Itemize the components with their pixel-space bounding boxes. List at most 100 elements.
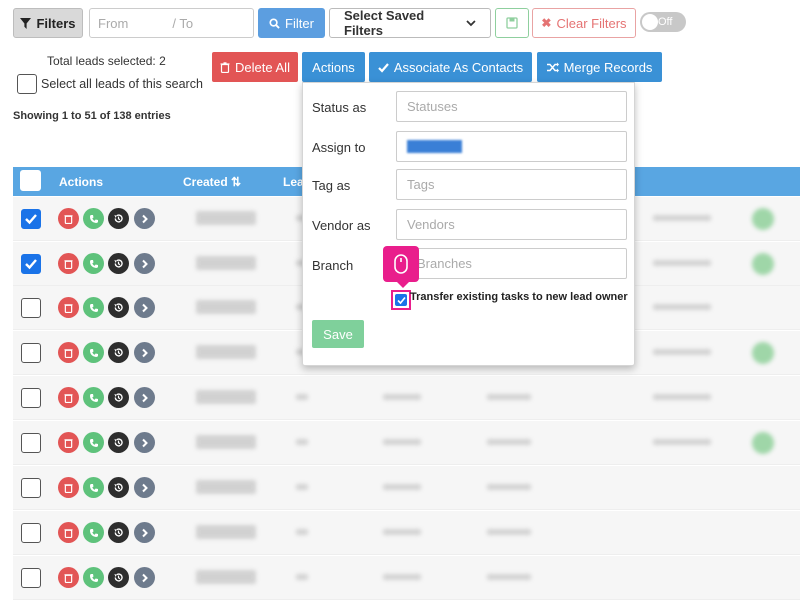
phone-icon-button[interactable] xyxy=(83,342,104,363)
select-all-search[interactable]: Select all leads of this search xyxy=(17,74,203,94)
chevron-right-icon-button[interactable] xyxy=(134,567,155,588)
redacted-cell xyxy=(487,574,531,580)
filters-button[interactable]: Filters xyxy=(13,8,83,38)
associate-contacts-button[interactable]: Associate As Contacts xyxy=(369,52,532,82)
assign-selected-value xyxy=(407,140,462,153)
redacted-cell xyxy=(296,439,308,445)
chevron-right-icon-button[interactable] xyxy=(134,253,155,274)
row-checkbox[interactable] xyxy=(21,523,41,543)
branch-select[interactable]: Branches xyxy=(396,248,627,279)
actions-button[interactable]: Actions xyxy=(302,52,365,82)
redacted-cell xyxy=(383,394,421,400)
assign-select[interactable] xyxy=(396,131,627,162)
redacted-cell xyxy=(383,439,421,445)
redacted-cell xyxy=(383,529,421,535)
phone-icon-button[interactable] xyxy=(83,522,104,543)
assign-label: Assign to xyxy=(312,140,366,155)
row-checkbox[interactable] xyxy=(21,433,41,453)
phone-icon-button[interactable] xyxy=(83,477,104,498)
status-placeholder: Statuses xyxy=(407,99,458,114)
phone-icon-button[interactable] xyxy=(83,297,104,318)
phone-icon-button[interactable] xyxy=(83,208,104,229)
history-icon-button[interactable] xyxy=(108,432,129,453)
clear-filters-button[interactable]: ✖ Clear Filters xyxy=(532,8,636,38)
trash-icon-button[interactable] xyxy=(58,208,79,229)
select-all-search-checkbox[interactable] xyxy=(17,74,37,94)
chevron-right-icon-button[interactable] xyxy=(134,387,155,408)
header-created[interactable]: Created ⇅ xyxy=(183,175,241,189)
tag-select[interactable]: Tags xyxy=(396,169,627,200)
chevron-right-icon-button[interactable] xyxy=(134,208,155,229)
trash-icon-button[interactable] xyxy=(58,522,79,543)
chevron-right-icon-button[interactable] xyxy=(134,477,155,498)
redacted-cell xyxy=(653,394,711,400)
transfer-tasks-label: Transfer existing tasks to new lead owne… xyxy=(410,291,628,303)
filter-label: Filter xyxy=(285,15,314,31)
chevron-right-icon-button[interactable] xyxy=(134,522,155,543)
history-icon-button[interactable] xyxy=(108,522,129,543)
status-indicator xyxy=(752,342,774,364)
status-indicator xyxy=(752,253,774,275)
merge-records-button[interactable]: Merge Records xyxy=(537,52,662,82)
history-icon-button[interactable] xyxy=(108,387,129,408)
phone-icon-button[interactable] xyxy=(83,567,104,588)
trash-icon-button[interactable] xyxy=(58,432,79,453)
delete-all-button[interactable]: Delete All xyxy=(212,52,298,82)
panel-save-button[interactable]: Save xyxy=(312,320,364,348)
from-placeholder: From xyxy=(98,15,129,31)
entries-info: Showing 1 to 51 of 138 entries xyxy=(13,110,171,122)
select-all-search-label: Select all leads of this search xyxy=(41,77,203,91)
status-indicator xyxy=(752,432,774,454)
filter-button[interactable]: Filter xyxy=(258,8,325,38)
save-filter-button[interactable] xyxy=(495,8,529,38)
floppy-disk-icon xyxy=(506,17,518,29)
to-placeholder: / To xyxy=(172,15,194,31)
tag-placeholder: Tags xyxy=(407,177,435,192)
date-range-input[interactable]: From / To xyxy=(89,8,254,38)
row-checkbox[interactable] xyxy=(21,209,41,229)
history-icon-button[interactable] xyxy=(108,253,129,274)
saved-filters-select[interactable]: Select Saved Filters xyxy=(329,8,491,38)
trash-icon-button[interactable] xyxy=(58,387,79,408)
trash-icon-button[interactable] xyxy=(58,567,79,588)
trash-icon-button[interactable] xyxy=(58,253,79,274)
transfer-tasks-checkbox[interactable] xyxy=(391,290,411,310)
chevron-right-icon-button[interactable] xyxy=(134,297,155,318)
status-indicator xyxy=(752,208,774,230)
chevron-right-icon-button[interactable] xyxy=(134,342,155,363)
filters-toggle[interactable]: Off xyxy=(640,12,686,32)
shuffle-icon xyxy=(546,62,559,72)
row-checkbox[interactable] xyxy=(21,388,41,408)
sort-icon: ⇅ xyxy=(231,175,242,189)
redacted-cell xyxy=(196,480,256,494)
row-checkbox[interactable] xyxy=(21,343,41,363)
chevron-right-icon-button[interactable] xyxy=(134,432,155,453)
status-select[interactable]: Statuses xyxy=(396,91,627,122)
trash-icon-button[interactable] xyxy=(58,477,79,498)
history-icon-button[interactable] xyxy=(108,567,129,588)
history-icon-button[interactable] xyxy=(108,208,129,229)
branch-label: Branch xyxy=(312,258,354,273)
associate-contacts-label: Associate As Contacts xyxy=(393,59,524,75)
table-row xyxy=(13,376,800,420)
history-icon-button[interactable] xyxy=(108,342,129,363)
chevron-down-icon xyxy=(466,20,476,27)
row-checkbox[interactable] xyxy=(21,568,41,588)
branch-placeholder: Branches xyxy=(417,256,472,271)
phone-icon-button[interactable] xyxy=(83,387,104,408)
check-icon xyxy=(396,296,406,304)
row-checkbox[interactable] xyxy=(21,254,41,274)
row-checkbox[interactable] xyxy=(21,298,41,318)
mouse-click-icon xyxy=(383,246,419,288)
history-icon-button[interactable] xyxy=(108,477,129,498)
phone-icon-button[interactable] xyxy=(83,253,104,274)
history-icon-button[interactable] xyxy=(108,297,129,318)
vendor-select[interactable]: Vendors xyxy=(396,209,627,240)
trash-icon-button[interactable] xyxy=(58,342,79,363)
select-page-checkbox[interactable] xyxy=(20,170,41,191)
actions-dropdown-panel: Status as Statuses Assign to Tag as Tags… xyxy=(302,82,635,366)
trash-icon-button[interactable] xyxy=(58,297,79,318)
phone-icon-button[interactable] xyxy=(83,432,104,453)
row-checkbox[interactable] xyxy=(21,478,41,498)
search-icon xyxy=(269,17,280,29)
